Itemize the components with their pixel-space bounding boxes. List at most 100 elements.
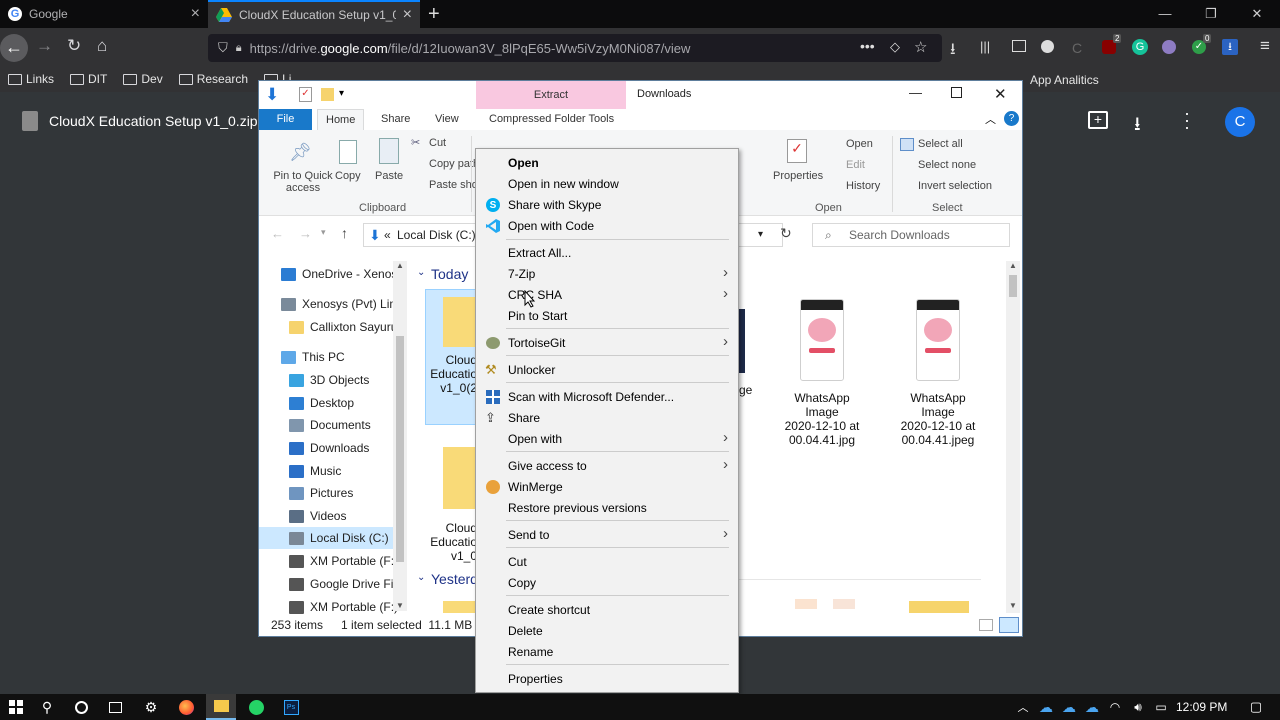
taskbar-clock[interactable]: 12:09 PM <box>1176 694 1227 720</box>
quick-access-down-icon[interactable]: ⬇ <box>265 85 279 105</box>
content-scrollbar[interactable]: ▲ ▼ <box>1006 261 1020 613</box>
extension-orb-icon[interactable] <box>1162 40 1176 54</box>
tray-chevron-icon[interactable]: ︿ <box>1014 694 1032 720</box>
paste-button[interactable]: Paste <box>375 170 403 182</box>
menu-item-tortoisegit[interactable]: TortoiseGit › <box>476 332 738 353</box>
menu-item-open-with[interactable]: Open with › <box>476 428 738 449</box>
large-icons-view-icon[interactable] <box>999 617 1019 633</box>
menu-item-restore-versions[interactable]: Restore previous versions <box>476 497 738 518</box>
collapse-ribbon-icon[interactable]: ︿ <box>985 111 996 127</box>
search-icon[interactable]: ⚲ <box>36 694 58 720</box>
add-comment-icon[interactable]: + <box>1088 111 1108 129</box>
edit-button[interactable]: Edit <box>846 159 865 171</box>
new-folder-qat-icon[interactable] <box>321 88 334 101</box>
tab-share[interactable]: Share <box>373 109 418 130</box>
menu-item-scan-defender[interactable]: Scan with Microsoft Defender... <box>476 386 738 407</box>
account-icon[interactable] <box>1041 40 1054 53</box>
volume-icon[interactable]: 🔊︎ <box>1129 694 1147 720</box>
nav-item[interactable]: OneDrive - Xenosy <box>281 263 407 285</box>
nav-scrollbar[interactable]: ▲ ▼ <box>393 261 407 611</box>
forward-icon[interactable]: → <box>299 226 312 241</box>
menu-item-rename[interactable]: Rename <box>476 641 738 662</box>
downloads-toolbar-icon[interactable]: ⭳ <box>950 38 956 65</box>
minimize-icon[interactable]: — <box>909 85 922 100</box>
select-all-button[interactable]: Select all <box>918 138 963 150</box>
extension-c-icon[interactable]: C <box>1072 40 1082 56</box>
details-view-icon[interactable] <box>979 619 993 631</box>
menu-item-share-skype[interactable]: S Share with Skype <box>476 194 738 215</box>
bookmark-star-icon[interactable]: ☆ <box>914 38 927 56</box>
file-item-whatsapp-jpg[interactable]: WhatsApp Image 2020-12-10 at 00.04.41.jp… <box>777 299 867 447</box>
properties-button[interactable]: Properties <box>773 170 823 182</box>
restore-icon[interactable]: ❐ <box>1188 0 1234 28</box>
bookmark-dit[interactable]: DIT <box>62 72 115 86</box>
photoshop-icon[interactable]: Ps <box>280 694 302 720</box>
pocket-icon[interactable]: ◇ <box>890 39 900 55</box>
forward-icon[interactable]: → <box>36 37 53 55</box>
tab-compressed-folder-tools[interactable]: Compressed Folder Tools <box>481 109 622 130</box>
help-icon[interactable]: ? <box>1004 111 1019 126</box>
menu-item-delete[interactable]: Delete <box>476 620 738 641</box>
bookmark-dev[interactable]: Dev <box>115 72 170 86</box>
file-item-whatsapp-jpeg[interactable]: WhatsApp Image 2020-12-10 at 00.04.41.jp… <box>893 299 983 447</box>
menu-item-7zip[interactable]: 7-Zip › <box>476 263 738 284</box>
file-name[interactable]: Cloud Educatio v1_0 <box>427 521 477 563</box>
cortana-icon[interactable] <box>70 694 92 720</box>
menu-item-share[interactable]: ⇪ Share <box>476 407 738 428</box>
more-options-icon[interactable]: · · · <box>1184 104 1190 136</box>
menu-item-unlocker[interactable]: ⚒ Unlocker <box>476 359 738 380</box>
address-dropdown-icon[interactable]: ▾ <box>758 224 763 246</box>
firefox-icon[interactable] <box>175 694 197 720</box>
menu-item-give-access[interactable]: Give access to › <box>476 455 738 476</box>
tab-file[interactable]: File <box>259 109 312 130</box>
lock-icon[interactable]: 🔒︎ <box>236 42 242 55</box>
windows-start-icon[interactable] <box>4 694 28 720</box>
bookmark-links[interactable]: Links <box>0 72 62 86</box>
onedrive-tray-icon[interactable]: ☁ <box>1083 694 1101 720</box>
recent-locations-icon[interactable]: ▾ <box>321 227 326 238</box>
menu-item-cut[interactable]: Cut <box>476 551 738 572</box>
scroll-up-icon[interactable]: ▲ <box>396 261 404 270</box>
group-today[interactable]: Today <box>431 266 468 282</box>
menu-item-create-shortcut[interactable]: Create shortcut <box>476 599 738 620</box>
tab-view[interactable]: View <box>427 109 467 130</box>
zip-folder-icon[interactable] <box>443 447 475 509</box>
task-view-icon[interactable] <box>104 694 126 720</box>
page-actions-icon[interactable]: ••• <box>860 38 875 54</box>
minimize-icon[interactable]: — <box>1142 0 1188 28</box>
back-icon[interactable]: ← <box>271 226 284 241</box>
bookmark-research[interactable]: Research <box>171 72 256 86</box>
pin-to-quick-access-button[interactable]: Pin to Quick access <box>265 170 341 194</box>
scroll-up-icon[interactable]: ▲ <box>1009 261 1017 270</box>
wifi-icon[interactable]: ◠ <box>1106 694 1124 720</box>
image-thumbnail[interactable] <box>739 309 745 373</box>
back-button[interactable]: ← <box>0 34 28 62</box>
scroll-down-icon[interactable]: ▼ <box>1009 601 1017 610</box>
menu-item-winmerge[interactable]: WinMerge <box>476 476 738 497</box>
battery-icon[interactable]: ▭ <box>1152 694 1170 720</box>
home-icon[interactable]: ⌂ <box>97 37 107 55</box>
library-icon[interactable]: ||| <box>980 39 990 54</box>
open-button[interactable]: Open <box>846 138 873 150</box>
invert-selection-button[interactable]: Invert selection <box>918 180 992 192</box>
menu-item-extract-all[interactable]: Extract All... <box>476 242 738 263</box>
nav-item[interactable]: Xenosys (Pvt) Lim <box>281 293 407 315</box>
file-name[interactable]: ge <box>739 383 753 397</box>
close-tab-icon[interactable]: × <box>403 7 412 23</box>
group-yesterday[interactable]: Yesterd <box>431 571 477 587</box>
history-button[interactable]: History <box>846 180 880 192</box>
new-tab-icon[interactable]: + <box>428 3 440 26</box>
avatar[interactable]: C <box>1225 107 1255 137</box>
download-extension-icon[interactable]: ⭳ <box>1222 39 1238 55</box>
select-none-button[interactable]: Select none <box>918 159 976 171</box>
breadcrumb-local-disk[interactable]: Local Disk (C:) <box>397 228 476 242</box>
properties-qat-icon[interactable]: ✓ <box>299 87 312 102</box>
scroll-thumb[interactable] <box>1009 275 1017 297</box>
notifications-icon[interactable]: ▢ <box>1245 694 1267 720</box>
refresh-icon[interactable]: ↻ <box>780 225 792 242</box>
settings-gear-icon[interactable]: ⚙ <box>140 694 162 720</box>
menu-icon[interactable]: ≡ <box>1260 36 1270 56</box>
close-icon[interactable]: ✕ <box>994 85 1007 103</box>
url-bar[interactable]: ⛉ 🔒︎ https://drive.google.com/file/d/12I… <box>208 34 942 62</box>
onedrive-tray-icon[interactable]: ☁ <box>1037 694 1055 720</box>
